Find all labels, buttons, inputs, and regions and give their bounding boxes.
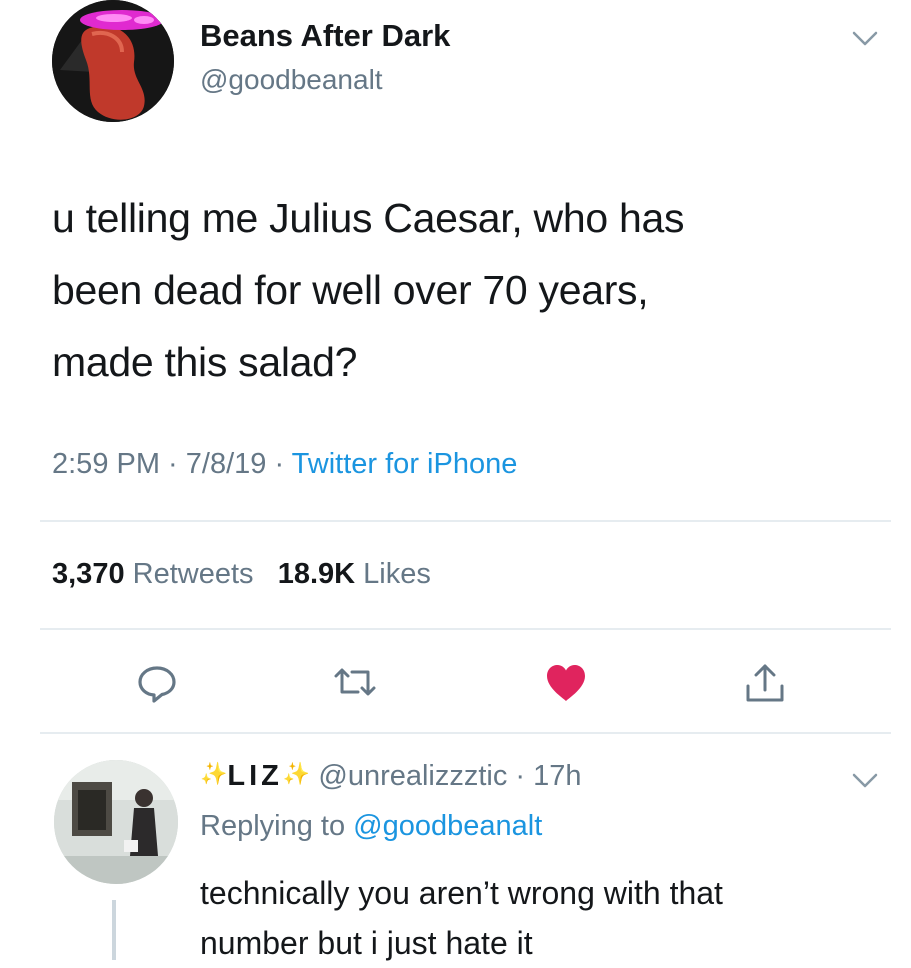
bean-avatar-image bbox=[52, 0, 174, 122]
reply-header: ✨LIZ✨ @unrealizzztic · 17h bbox=[200, 760, 582, 792]
retweets-label: Retweets bbox=[132, 558, 254, 590]
retweets-count: 3,370 bbox=[52, 558, 125, 590]
tweet-text: u telling me Julius Caesar, who has been… bbox=[52, 182, 882, 398]
avatar[interactable] bbox=[52, 0, 174, 122]
like-button[interactable] bbox=[543, 660, 589, 706]
likes-label: Likes bbox=[363, 558, 431, 590]
replying-to-label: Replying to bbox=[200, 810, 346, 842]
reply-time[interactable]: 17h bbox=[533, 760, 581, 792]
tweet-text-line: been dead for well over 70 years, bbox=[52, 267, 649, 313]
thread-line bbox=[112, 900, 116, 960]
divider bbox=[40, 732, 891, 734]
retweets-stat[interactable]: 3,370 Retweets bbox=[52, 558, 254, 590]
reply-text: technically you aren’t wrong with that n… bbox=[200, 868, 723, 968]
tweet-source[interactable]: Twitter for iPhone bbox=[292, 448, 518, 480]
sparkles-icon: ✨ bbox=[200, 761, 228, 786]
reply-display-name[interactable]: LIZ bbox=[227, 760, 283, 792]
tweet-time[interactable]: 2:59 PM bbox=[52, 448, 160, 480]
reply-avatar-image bbox=[54, 760, 178, 884]
chevron-down-icon[interactable] bbox=[852, 30, 878, 48]
tweet-text-line: made this salad? bbox=[52, 339, 358, 385]
retweet-button[interactable] bbox=[332, 660, 378, 706]
share-button[interactable] bbox=[742, 660, 788, 706]
tweet-meta: 2:59 PM · 7/8/19 · Twitter for iPhone bbox=[52, 448, 518, 480]
share-icon bbox=[746, 664, 784, 702]
reply-handle[interactable]: @unrealizzztic bbox=[318, 760, 507, 792]
replying-to: Replying to @goodbeanalt bbox=[200, 810, 542, 843]
likes-count: 18.9K bbox=[277, 558, 356, 590]
replying-to-handle[interactable]: @goodbeanalt bbox=[353, 810, 542, 842]
reply-text-line: number but i just hate it bbox=[200, 925, 533, 961]
heart-icon bbox=[547, 665, 585, 701]
display-name[interactable]: Beans After Dark bbox=[200, 18, 450, 54]
reply-icon bbox=[138, 666, 176, 703]
engagement-counts: 3,370 Retweets 18.9K Likes bbox=[52, 558, 431, 591]
sparkles-icon: ✨ bbox=[282, 761, 311, 786]
user-handle[interactable]: @goodbeanalt bbox=[200, 64, 383, 96]
likes-stat[interactable]: 18.9K Likes bbox=[278, 558, 431, 590]
tweet-date[interactable]: 7/8/19 bbox=[186, 448, 267, 480]
avatar[interactable] bbox=[54, 760, 178, 884]
tweet-text-line: u telling me Julius Caesar, who has bbox=[52, 195, 685, 241]
chevron-down-icon[interactable] bbox=[852, 772, 878, 790]
divider bbox=[40, 520, 891, 522]
divider bbox=[40, 628, 891, 630]
retweet-icon bbox=[334, 668, 376, 696]
reply-button[interactable] bbox=[134, 660, 180, 706]
reply-text-line: technically you aren’t wrong with that bbox=[200, 875, 723, 911]
